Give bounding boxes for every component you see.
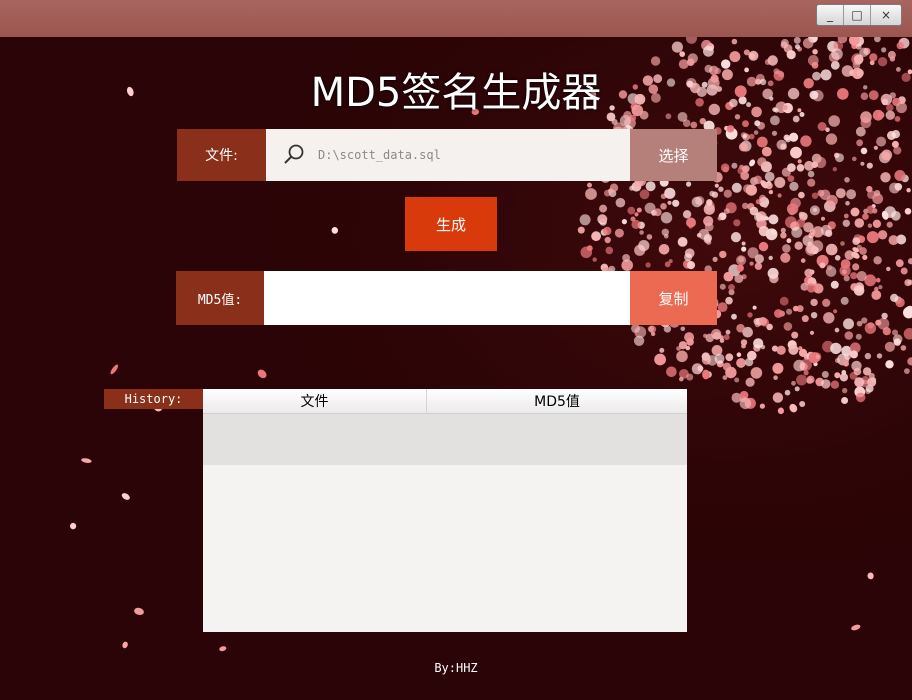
window-controls: _ □ ×	[816, 4, 902, 26]
close-button[interactable]: ×	[871, 5, 901, 25]
column-header-file[interactable]: 文件	[203, 389, 427, 413]
maximize-button[interactable]: □	[844, 5, 871, 25]
md5-output-field[interactable]	[264, 271, 630, 325]
history-table[interactable]: 文件 MD5值	[203, 389, 687, 632]
file-path-field[interactable]	[266, 129, 630, 181]
choose-button[interactable]: 选择	[630, 129, 717, 181]
table-header: 文件 MD5值	[203, 389, 687, 414]
md5-label: MD5值:	[176, 271, 264, 325]
table-row[interactable]	[203, 414, 687, 465]
minimize-button[interactable]: _	[817, 5, 844, 25]
generate-button[interactable]: 生成	[405, 197, 497, 251]
search-icon	[282, 143, 316, 167]
file-label: 文件:	[177, 129, 266, 181]
app-title: MD5签名生成器	[310, 70, 602, 116]
history-label: History:	[104, 389, 203, 409]
window-titlebar[interactable]: _ □ ×	[0, 0, 912, 37]
author-credit: By:HHZ	[434, 661, 478, 675]
copy-button[interactable]: 复制	[630, 271, 717, 325]
column-header-md5[interactable]: MD5值	[427, 389, 687, 413]
file-path-input[interactable]	[316, 147, 610, 163]
